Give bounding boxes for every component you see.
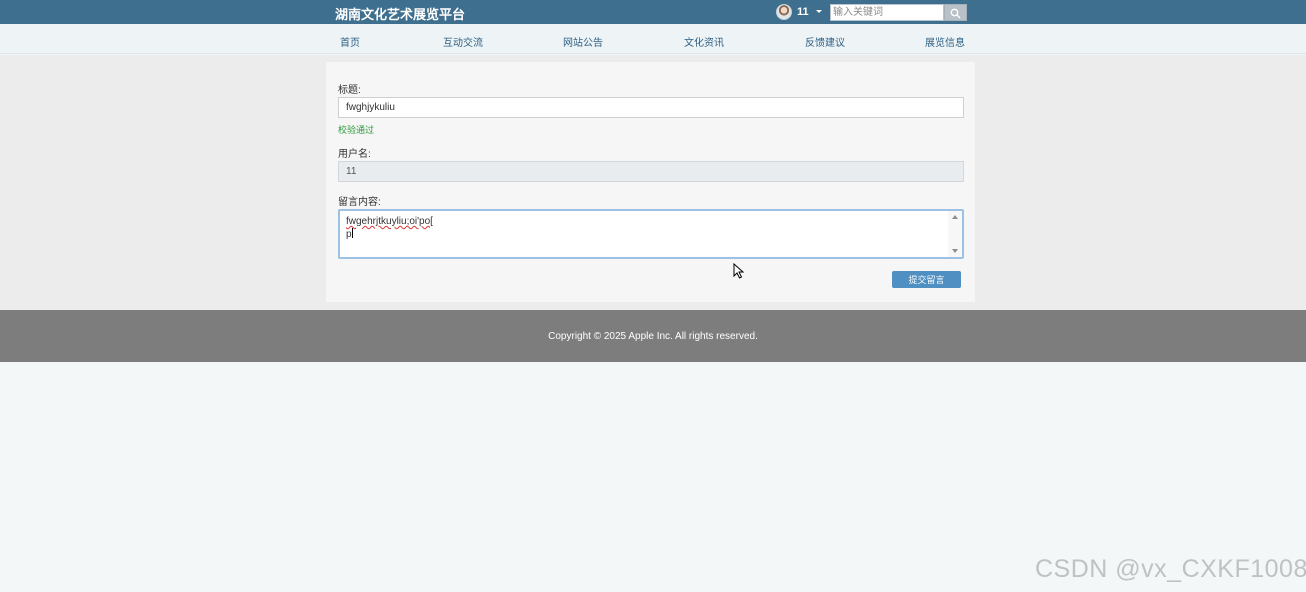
- nav-item-home[interactable]: 首页: [340, 34, 360, 49]
- scroll-up-arrow-icon[interactable]: [952, 215, 958, 219]
- csdn-watermark: CSDN @vx_CXKF10088: [1035, 555, 1306, 583]
- username-input: 11: [338, 161, 964, 182]
- content-text: fwgehrjtkuyliu;oi'po[ p: [346, 215, 433, 241]
- content-label: 留言内容:: [338, 197, 381, 208]
- text-cursor: [351, 228, 353, 238]
- textarea-scrollbar[interactable]: [948, 211, 962, 257]
- username-label: 用户名:: [338, 149, 371, 160]
- search-button[interactable]: [944, 4, 967, 21]
- user-name[interactable]: 11: [797, 6, 809, 18]
- submit-message-button[interactable]: 提交留言: [892, 271, 961, 288]
- title-validation-message: 校验通过: [338, 125, 375, 135]
- nav-item-announcements[interactable]: 网站公告: [563, 34, 603, 49]
- nav-item-exhibitions[interactable]: 展览信息: [925, 34, 965, 49]
- mouse-pointer-icon: [733, 263, 745, 279]
- top-header: 湖南文化艺术展览平台 11: [0, 0, 1306, 24]
- copyright-text: Copyright © 2025 Apple Inc. All rights r…: [548, 331, 758, 342]
- main-nav: 首页 互动交流 网站公告 文化资讯 反馈建议 展览信息: [0, 24, 1306, 54]
- search-input[interactable]: [830, 4, 944, 21]
- content-textarea[interactable]: fwgehrjtkuyliu;oi'po[ p: [338, 209, 964, 259]
- search-icon: [950, 8, 961, 19]
- chevron-down-icon[interactable]: [816, 10, 822, 13]
- nav-item-feedback[interactable]: 反馈建议: [805, 34, 845, 49]
- title-input[interactable]: fwghjykuliu: [338, 97, 964, 118]
- scroll-down-arrow-icon[interactable]: [952, 249, 958, 253]
- page-footer: Copyright © 2025 Apple Inc. All rights r…: [0, 310, 1306, 362]
- title-label: 标题:: [338, 85, 361, 96]
- site-title[interactable]: 湖南文化艺术展览平台: [335, 4, 465, 23]
- user-avatar[interactable]: [776, 4, 792, 20]
- nav-item-interaction[interactable]: 互动交流: [443, 34, 483, 49]
- nav-item-culture-news[interactable]: 文化资讯: [684, 34, 724, 49]
- content-line-1: fwgehrjtkuyliu;oi'po[: [346, 216, 433, 227]
